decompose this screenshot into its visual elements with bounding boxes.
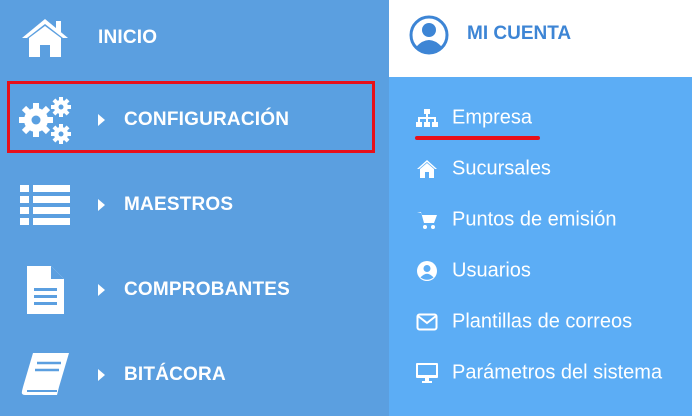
sitemap-icon (415, 106, 439, 130)
cart-icon (415, 208, 439, 232)
chevron-right-icon (98, 369, 105, 381)
submenu-label-plantillas-correos: Plantillas de correos (452, 310, 633, 333)
home-icon (16, 9, 74, 67)
home-icon (415, 157, 439, 181)
nav-item-maestros[interactable]: MAESTROS (0, 165, 389, 245)
nav-label-inicio: INICIO (98, 27, 158, 48)
submenu-item-usuarios[interactable]: Usuarios (389, 251, 692, 291)
submenu-label-sucursales: Sucursales (452, 157, 551, 180)
account-title: MI CUENTA (467, 23, 572, 44)
annotation-underline (415, 136, 540, 140)
submenu-item-parametros-sistema[interactable]: Parámetros del sistema (389, 353, 692, 393)
submenu-item-empresa[interactable]: Empresa (389, 98, 692, 138)
nav-label-maestros: MAESTROS (124, 194, 234, 215)
document-icon (16, 261, 74, 319)
submenu-label-usuarios: Usuarios (452, 259, 531, 282)
nav-item-bitacora[interactable]: BITÁCORA (0, 335, 389, 415)
user-circle-icon (415, 259, 439, 283)
chevron-right-icon (98, 284, 105, 296)
nav-label-bitacora: BITÁCORA (124, 364, 226, 385)
gears-icon (16, 91, 74, 149)
account-header[interactable]: MI CUENTA (389, 0, 692, 77)
envelope-icon (415, 310, 439, 334)
submenu-label-puntos-emision: Puntos de emisión (452, 208, 617, 231)
nav-item-inicio[interactable]: INICIO (0, 0, 389, 76)
list-icon (16, 176, 74, 234)
submenu-item-plantillas-correos[interactable]: Plantillas de correos (389, 302, 692, 342)
nav-item-configuracion[interactable]: CONFIGURACIÓN (0, 80, 389, 160)
main-sidebar: INICIO CONFIGURACIÓN MAESTROS COMPROBANT… (0, 0, 389, 416)
user-circle-icon (409, 15, 449, 55)
chevron-right-icon (98, 114, 105, 126)
submenu-item-sucursales[interactable]: Sucursales (389, 149, 692, 189)
monitor-icon (415, 361, 439, 385)
submenu-label-parametros-sistema: Parámetros del sistema (452, 361, 663, 384)
chevron-right-icon (98, 199, 105, 211)
nav-label-comprobantes: COMPROBANTES (124, 279, 291, 300)
nav-item-comprobantes[interactable]: COMPROBANTES (0, 250, 389, 330)
book-icon (16, 346, 74, 404)
submenu-label-empresa: Empresa (452, 106, 533, 129)
configuracion-submenu: Empresa Sucursales Puntos de emisión Usu… (389, 77, 692, 416)
submenu-item-puntos-emision[interactable]: Puntos de emisión (389, 200, 692, 240)
nav-label-configuracion: CONFIGURACIÓN (124, 109, 290, 130)
